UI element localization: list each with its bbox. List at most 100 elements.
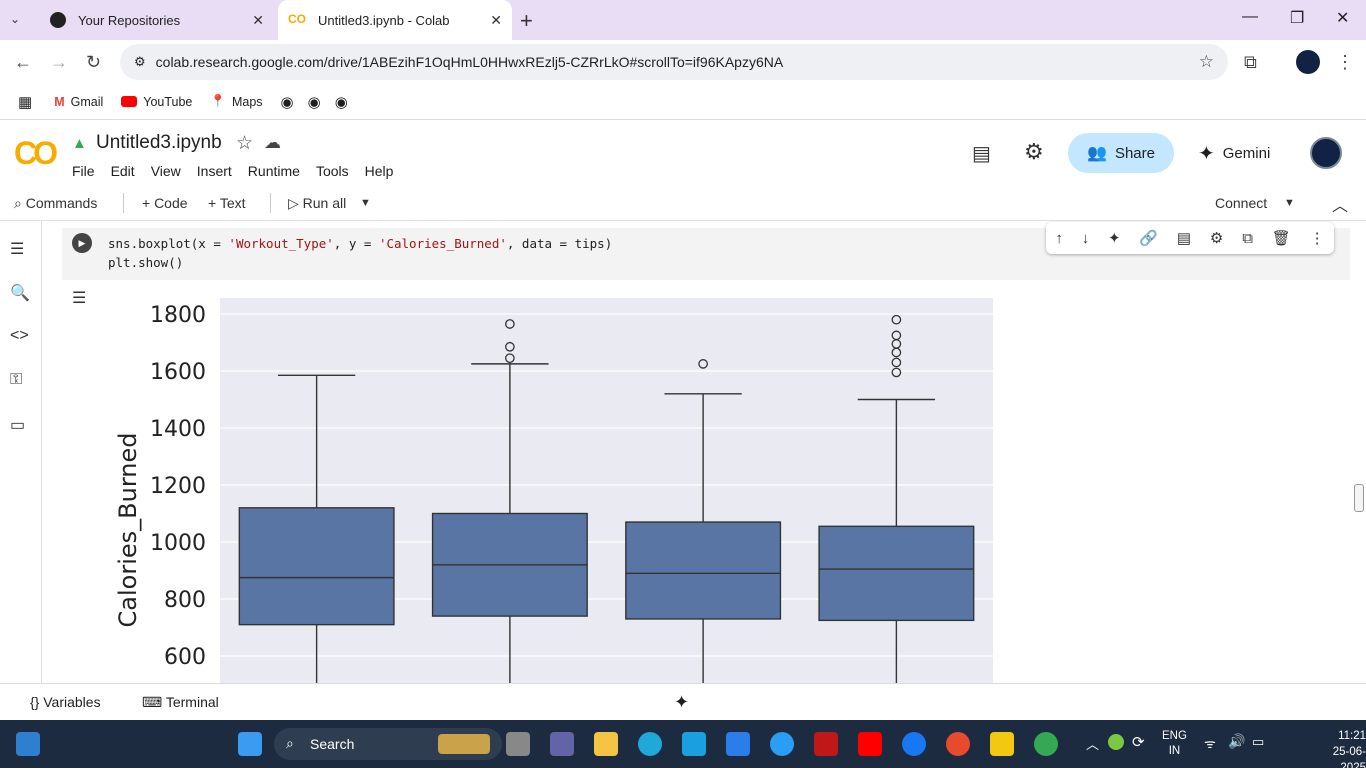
notebook-title[interactable]: Untitled3.ipynb <box>96 132 222 154</box>
comment-icon[interactable]: ▤ <box>972 141 991 166</box>
output-toggle-icon[interactable]: ☰ <box>72 288 86 308</box>
settings-gear-icon[interactable]: ⚙ <box>1024 139 1044 165</box>
powerbi-icon[interactable] <box>990 732 1014 756</box>
volume-icon[interactable]: 🔊 <box>1228 733 1245 750</box>
reload-icon[interactable]: ↻ <box>86 52 101 73</box>
code-snippets-icon[interactable]: <> <box>10 327 29 345</box>
menu-insert[interactable]: Insert <box>197 163 232 179</box>
menu-view[interactable]: View <box>151 163 181 179</box>
help-icon[interactable] <box>770 732 794 756</box>
bookmark-label: YouTube <box>143 94 193 109</box>
wifi-icon[interactable]: ᯤ <box>1204 734 1216 752</box>
youtube-icon <box>121 96 138 107</box>
wps-icon[interactable] <box>946 732 970 756</box>
delete-icon[interactable]: 🗑 <box>1272 229 1291 247</box>
back-icon[interactable]: ← <box>14 52 32 73</box>
menu-runtime[interactable]: Runtime <box>248 163 300 179</box>
connect-button[interactable]: Connect <box>1215 195 1267 211</box>
browser-menu-icon[interactable]: ⋮ <box>1336 52 1354 73</box>
run-cell-button[interactable]: ▶ <box>72 233 92 253</box>
tray-chevron-icon[interactable]: ︿ <box>1086 734 1099 753</box>
globe-icon[interactable]: ◉ <box>308 93 321 111</box>
gemini-sparkle-icon[interactable]: ✦ <box>1108 229 1121 247</box>
gemini-sparkle-icon[interactable]: ✦ <box>674 692 689 713</box>
add-code-button[interactable]: + Code <box>142 195 188 211</box>
chrome-icon[interactable] <box>1034 732 1058 756</box>
sync-icon[interactable]: ⟳ <box>1132 733 1145 751</box>
url-text: colab.research.google.com/drive/1ABEzihF… <box>155 54 784 70</box>
bookmark-gmail[interactable]: M Gmail <box>54 95 103 109</box>
bookmark-youtube[interactable]: YouTube <box>121 95 192 109</box>
new-tab-button[interactable]: + <box>520 8 533 34</box>
tab-your-repositories[interactable]: Your Repositories ✕ <box>40 0 274 40</box>
commands-button[interactable]: ⌕ Commands <box>14 195 97 212</box>
gemini-button[interactable]: ✦ Gemini <box>1198 141 1270 166</box>
variables-button[interactable]: {} Variables <box>30 694 101 710</box>
close-tab-icon[interactable]: ✕ <box>490 12 502 29</box>
task-view-icon[interactable] <box>506 732 530 756</box>
store-icon[interactable] <box>726 732 750 756</box>
facebook-icon[interactable] <box>902 732 926 756</box>
address-row: ← → ↻ ⚙ colab.research.google.com/drive/… <box>0 40 1366 84</box>
tab-colab[interactable]: CO Untitled3.ipynb - Colab ✕ <box>278 0 512 40</box>
commands-label: Commands <box>25 195 98 211</box>
bookmark-star-icon[interactable]: ☆ <box>1199 52 1214 72</box>
run-all-dropdown-icon[interactable]: ▼ <box>360 197 371 209</box>
y-tick-label: 800 <box>164 588 206 613</box>
scrollbar-thumb[interactable] <box>1354 484 1364 512</box>
secrets-key-icon[interactable]: ⚿ <box>10 371 22 389</box>
restore-icon[interactable]: ❐ <box>1290 8 1304 28</box>
menu-help[interactable]: Help <box>365 163 394 179</box>
tray-app-icon[interactable] <box>1108 734 1124 750</box>
globe-icon[interactable]: ◉ <box>281 93 294 111</box>
file-explorer-icon[interactable] <box>594 732 618 756</box>
menu-tools[interactable]: Tools <box>316 163 349 179</box>
more-menu-icon[interactable]: ⋮ <box>1310 229 1325 247</box>
link-icon[interactable]: 🔗 <box>1139 229 1158 247</box>
url-bar[interactable]: ⚙ colab.research.google.com/drive/1ABEzi… <box>120 44 1228 80</box>
tab-search-icon[interactable]: ⌄ <box>10 12 30 30</box>
widgets-icon[interactable] <box>16 732 40 756</box>
cell-code[interactable]: sns.boxplot(x = 'Workout_Type', y = 'Cal… <box>108 234 612 272</box>
minimize-icon[interactable]: — <box>1242 8 1258 26</box>
move-down-icon[interactable]: ↓ <box>1082 230 1090 247</box>
colab-logo[interactable]: CO <box>14 135 58 172</box>
files-folder-icon[interactable]: ▭ <box>10 415 25 435</box>
run-all-button[interactable]: ▷ Run all <box>288 195 346 212</box>
taskbar-clock[interactable]: 11:21 25-06-2025 <box>1308 728 1366 776</box>
terminal-button[interactable]: ⌨ Terminal <box>142 694 219 711</box>
menu-file[interactable]: File <box>72 163 95 179</box>
bookmark-maps[interactable]: 📍 Maps <box>210 94 262 109</box>
myhp-icon[interactable] <box>682 732 706 756</box>
apps-grid-icon[interactable]: ▦ <box>18 93 32 111</box>
forward-icon[interactable]: → <box>50 52 68 73</box>
teams-icon[interactable] <box>550 732 574 756</box>
mcafee-icon[interactable] <box>814 732 838 756</box>
site-info-icon[interactable]: ⚙ <box>134 54 146 70</box>
add-text-button[interactable]: + Text <box>208 195 246 211</box>
globe-icon[interactable]: ◉ <box>335 93 348 111</box>
settings-gear-icon[interactable]: ⚙ <box>1210 229 1223 247</box>
extensions-icon[interactable]: ⧉ <box>1244 52 1257 73</box>
taskbar-search[interactable]: ⌕ Search <box>274 728 502 760</box>
youtube-icon[interactable] <box>858 732 882 756</box>
colab-header: CO ▲ Untitled3.ipynb ☆ ☁ File Edit View … <box>0 121 1366 185</box>
connect-dropdown-icon[interactable]: ▼ <box>1284 197 1295 209</box>
star-icon[interactable]: ☆ <box>236 132 253 155</box>
language-indicator[interactable]: ENG IN <box>1162 729 1187 759</box>
menu-edit[interactable]: Edit <box>111 163 135 179</box>
comment-icon[interactable]: ▤ <box>1177 229 1191 247</box>
profile-avatar[interactable] <box>1296 50 1320 74</box>
share-button[interactable]: 👥 Share <box>1068 133 1174 173</box>
find-icon[interactable]: 🔍 <box>10 283 30 303</box>
close-tab-icon[interactable]: ✕ <box>252 12 264 29</box>
toc-icon[interactable]: ☰ <box>10 239 24 259</box>
windows-start-icon[interactable] <box>238 732 262 756</box>
edge-icon[interactable] <box>638 732 662 756</box>
battery-icon[interactable]: ▭ <box>1252 734 1264 750</box>
close-window-icon[interactable]: ✕ <box>1336 8 1349 28</box>
account-avatar[interactable] <box>1310 137 1342 169</box>
open-in-tab-icon[interactable]: ⧉ <box>1242 230 1253 247</box>
collapse-header-icon[interactable]: ︿ <box>1332 192 1348 216</box>
move-up-icon[interactable]: ↑ <box>1055 230 1063 247</box>
